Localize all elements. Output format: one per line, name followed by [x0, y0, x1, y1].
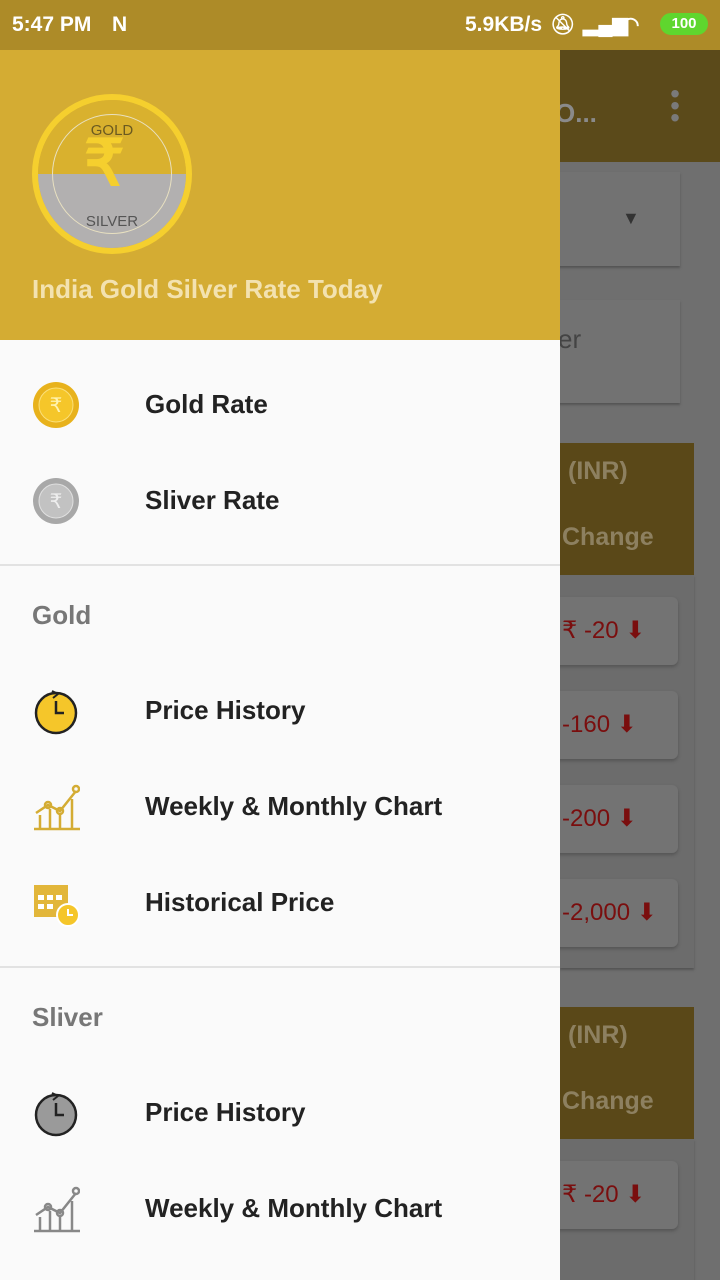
clock-history-icon: [34, 1092, 78, 1137]
net-speed: 5.9KB/s: [465, 13, 543, 36]
clock-history-icon: [34, 690, 78, 735]
metal-field[interactable]: er: [540, 300, 680, 403]
table-header: (INR) Change: [560, 1007, 694, 1139]
table-header: (INR) Change: [560, 443, 694, 575]
menu-silver-price-history[interactable]: Price History: [0, 1065, 560, 1161]
table-row: ₹ -20 ⬇: [540, 1161, 678, 1229]
battery-icon: 100: [660, 13, 708, 35]
line-chart-icon: [34, 784, 80, 831]
menu-gold-chart[interactable]: Weekly & Monthly Chart: [0, 759, 560, 855]
notification-icon: N: [112, 13, 128, 36]
status-time: 5:47 PM: [12, 13, 92, 36]
divider: [0, 564, 560, 566]
drawer-header: GOLD ₹ SILVER India Gold Silver Rate Tod…: [0, 50, 560, 340]
section-silver-title: Sliver: [32, 1002, 103, 1032]
table-row: -2,000 ⬇: [540, 879, 678, 947]
menu-silver-rate[interactable]: ₹ Sliver Rate: [0, 453, 560, 549]
svg-text:₹: ₹: [50, 491, 63, 513]
menu-gold-price-history[interactable]: Price History: [0, 663, 560, 759]
silver-coin-icon: ₹: [33, 478, 79, 524]
app-logo: GOLD ₹ SILVER: [32, 94, 192, 254]
divider: [0, 966, 560, 968]
table-row: -200 ⬇: [540, 785, 678, 853]
section-gold-title: Gold: [32, 600, 92, 630]
dropdown-arrow-icon: ▼: [622, 208, 640, 228]
wifi-icon: ◠: [622, 14, 640, 36]
more-options-icon[interactable]: • • •: [668, 80, 682, 132]
menu-gold-historical-price[interactable]: Historical Price: [0, 855, 560, 951]
gold-coin-icon: ₹: [33, 382, 79, 428]
city-spinner[interactable]: ▼: [540, 172, 680, 266]
table-row: ₹ -20 ⬇: [540, 597, 678, 665]
status-bar: 5:47 PM N 5.9KB/s 🔕︎ ▂▄▆ ◠ 100: [0, 0, 720, 50]
menu-gold-rate[interactable]: ₹ Gold Rate: [0, 357, 560, 453]
menu-silver-chart[interactable]: Weekly & Monthly Chart: [0, 1161, 560, 1257]
app-title: India Gold Silver Rate Today: [32, 274, 383, 304]
line-chart-icon: [34, 1186, 80, 1233]
toolbar-title: O...: [555, 98, 597, 128]
mute-icon: 🔕︎: [550, 14, 576, 36]
field-text: er: [558, 324, 582, 354]
table-row: -160 ⬇: [540, 691, 678, 759]
rupee-icon: ₹: [84, 127, 125, 199]
calendar-clock-icon: [34, 885, 80, 927]
navigation-drawer: GOLD ₹ SILVER India Gold Silver Rate Tod…: [0, 50, 560, 1280]
svg-text:₹: ₹: [50, 395, 63, 417]
